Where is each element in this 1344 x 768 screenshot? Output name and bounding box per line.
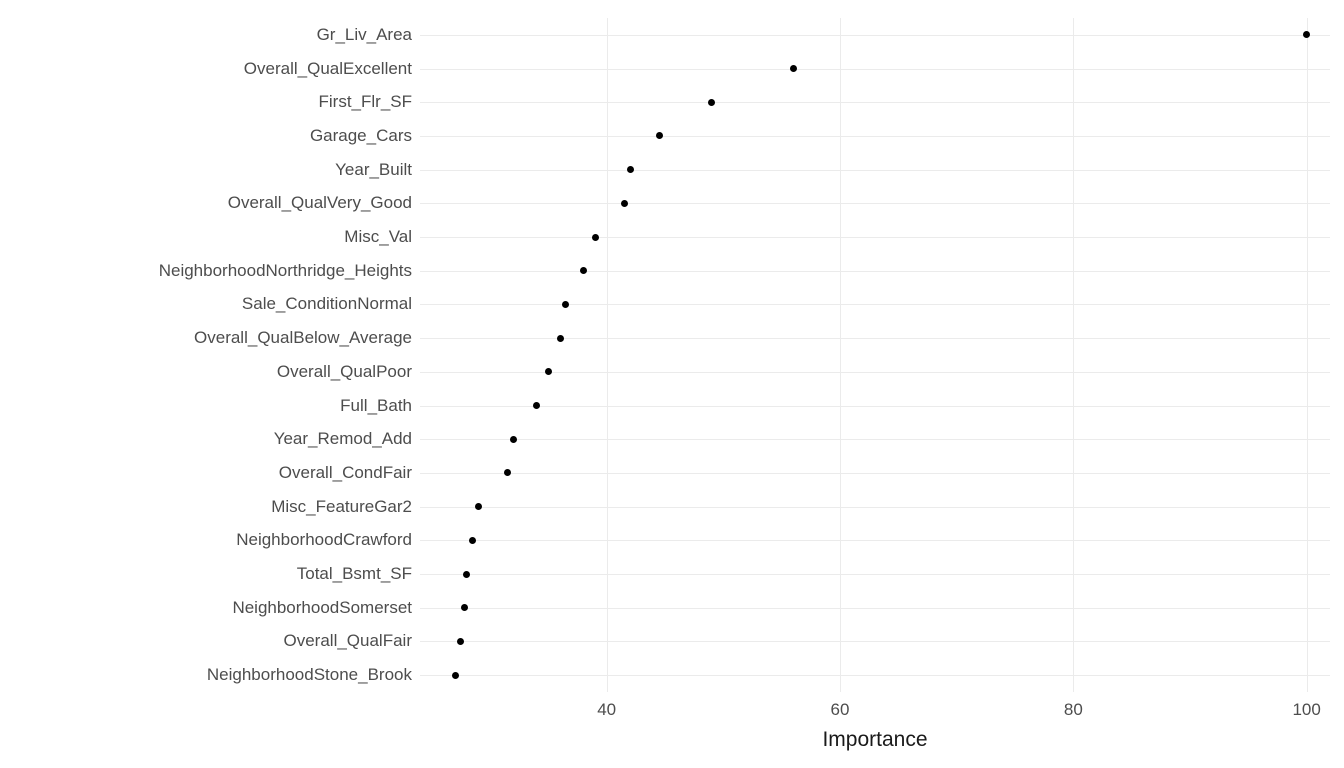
- grid-horizontal: [420, 35, 1330, 36]
- data-point: [562, 301, 569, 308]
- y-tick-label: Full_Bath: [340, 396, 412, 416]
- x-tick-label: 60: [831, 700, 850, 720]
- grid-horizontal: [420, 170, 1330, 171]
- y-tick-label: Overall_CondFair: [279, 463, 412, 483]
- grid-horizontal: [420, 69, 1330, 70]
- grid-horizontal: [420, 641, 1330, 642]
- data-point: [475, 503, 482, 510]
- data-point: [457, 638, 464, 645]
- grid-horizontal: [420, 136, 1330, 137]
- data-point: [463, 571, 470, 578]
- y-tick-label: Total_Bsmt_SF: [297, 564, 412, 584]
- grid-horizontal: [420, 237, 1330, 238]
- y-tick-label: Year_Remod_Add: [274, 429, 412, 449]
- x-tick-label: 80: [1064, 700, 1083, 720]
- data-point: [708, 99, 715, 106]
- y-tick-label: Overall_QualPoor: [277, 362, 412, 382]
- grid-horizontal: [420, 675, 1330, 676]
- grid-horizontal: [420, 507, 1330, 508]
- grid-horizontal: [420, 372, 1330, 373]
- data-point: [1303, 31, 1310, 38]
- y-tick-label: Garage_Cars: [310, 126, 412, 146]
- data-point: [533, 402, 540, 409]
- grid-horizontal: [420, 203, 1330, 204]
- data-point: [580, 267, 587, 274]
- data-point: [545, 368, 552, 375]
- grid-horizontal: [420, 271, 1330, 272]
- grid-vertical: [840, 18, 841, 692]
- plot-panel: Gr_Liv_AreaOverall_QualExcellentFirst_Fl…: [420, 18, 1330, 692]
- y-tick-label: Overall_QualVery_Good: [228, 193, 412, 213]
- data-point: [592, 234, 599, 241]
- y-tick-label: NeighborhoodCrawford: [236, 530, 412, 550]
- data-point: [627, 166, 634, 173]
- grid-horizontal: [420, 102, 1330, 103]
- grid-horizontal: [420, 304, 1330, 305]
- y-tick-label: Sale_ConditionNormal: [242, 294, 412, 314]
- grid-horizontal: [420, 540, 1330, 541]
- x-tick-label: 40: [597, 700, 616, 720]
- y-tick-label: First_Flr_SF: [319, 92, 413, 112]
- y-tick-label: Misc_Val: [344, 227, 412, 247]
- grid-horizontal: [420, 473, 1330, 474]
- y-tick-label: Overall_QualBelow_Average: [194, 328, 412, 348]
- grid-horizontal: [420, 608, 1330, 609]
- grid-vertical: [607, 18, 608, 692]
- data-point: [557, 335, 564, 342]
- variable-importance-dotplot: Gr_Liv_Area Overall_QualExcellent First_Fl…: [0, 0, 1344, 768]
- data-point: [656, 132, 663, 139]
- data-point: [504, 469, 511, 476]
- data-point: [469, 537, 476, 544]
- grid-horizontal: [420, 406, 1330, 407]
- grid-horizontal: [420, 439, 1330, 440]
- data-point: [452, 672, 459, 679]
- y-tick-label: Overall_QualExcellent: [244, 59, 412, 79]
- data-point: [621, 200, 628, 207]
- grid-vertical: [1307, 18, 1308, 692]
- y-tick-label: NeighborhoodNorthridge_Heights: [159, 261, 412, 281]
- y-axis: Gr_Liv_AreaOverall_QualExcellentFirst_Fl…: [412, 18, 420, 692]
- y-tick-label: NeighborhoodStone_Brook: [207, 665, 412, 685]
- y-tick-label: Gr_Liv_Area: [317, 25, 412, 45]
- y-tick-label: Misc_FeatureGar2: [271, 497, 412, 517]
- grid-vertical: [1073, 18, 1074, 692]
- x-axis-title: Importance: [822, 728, 927, 752]
- y-tick-label: NeighborhoodSomerset: [232, 598, 412, 618]
- grid-horizontal: [420, 574, 1330, 575]
- x-tick-label: 100: [1292, 700, 1320, 720]
- data-point: [461, 604, 468, 611]
- data-point: [790, 65, 797, 72]
- data-point: [510, 436, 517, 443]
- y-tick-label: Overall_QualFair: [284, 631, 413, 651]
- y-tick-label: Year_Built: [335, 160, 412, 180]
